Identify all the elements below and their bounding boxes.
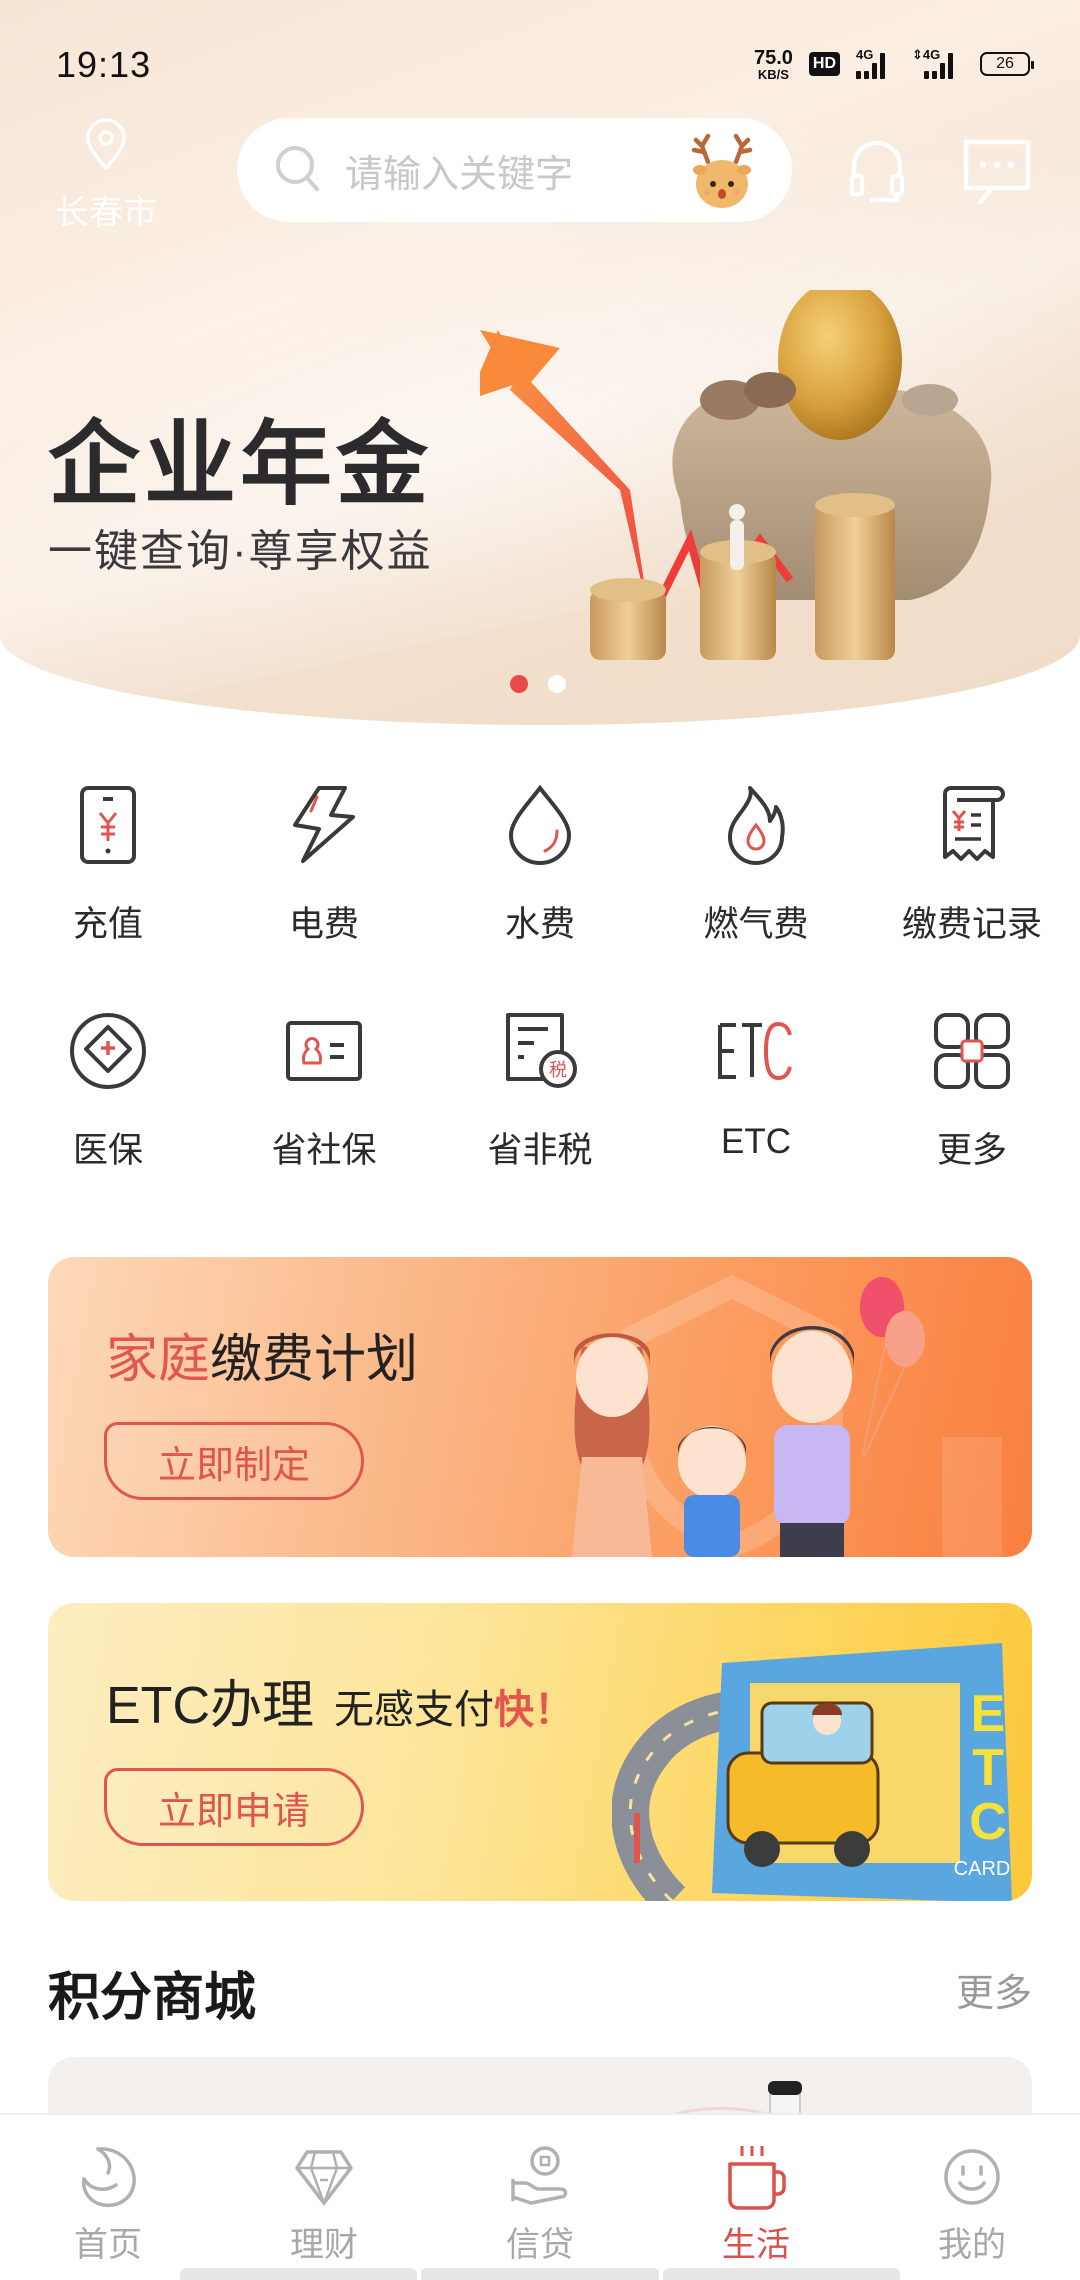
service-payment-records[interactable]: 缴费记录 — [864, 780, 1080, 1006]
service-label: 省社保 — [271, 1131, 377, 1170]
home-crescent-icon — [76, 2145, 140, 2209]
carousel-indicator[interactable] — [510, 675, 566, 693]
etc-card-letter: C — [969, 1793, 1007, 1851]
title-rest: 缴费计划 — [210, 1331, 419, 1389]
location-selector[interactable]: 长春市 — [46, 118, 166, 234]
etc-subtitle-text: 无感支付 — [334, 1688, 495, 1732]
id-card-icon — [279, 1006, 369, 1096]
etc-icon — [711, 1006, 801, 1096]
lightning-icon — [279, 780, 369, 870]
tab-label: 首页 — [74, 2226, 142, 2264]
medical-insurance-icon — [63, 1006, 153, 1096]
status-time: 19:13 — [56, 44, 152, 85]
etc-illustration: E T C CARD — [611, 1603, 1032, 1901]
etc-title: ETC办理 无感支付快！ — [106, 1663, 574, 1738]
coffee-cup-icon — [724, 2145, 788, 2210]
battery-level: 26 — [996, 55, 1014, 72]
service-label: 电费 — [288, 905, 359, 944]
points-mall-more-link[interactable]: 更多 — [956, 1962, 1032, 2017]
service-medical-insurance[interactable]: 医保 — [0, 1006, 216, 1232]
tax-document-icon: 税 — [495, 1006, 585, 1096]
service-more[interactable]: 更多 — [864, 1006, 1080, 1232]
points-mall-title: 积分商城 — [48, 1969, 257, 2027]
tab-wealth[interactable]: 理财 — [216, 2115, 432, 2280]
tab-home[interactable]: 首页 — [0, 2115, 216, 2280]
location-pin-icon — [84, 118, 128, 177]
signal-label: 4G — [856, 47, 874, 62]
phone-recharge-icon — [63, 780, 153, 870]
service-label: 医保 — [72, 1131, 143, 1170]
signal-icon-sim2: ⇕4G — [912, 47, 964, 79]
signal-label: ⇕4G — [912, 47, 941, 62]
apply-etc-button[interactable]: 立即申请 — [104, 1768, 364, 1846]
headset-icon[interactable] — [848, 138, 906, 211]
search-icon — [273, 143, 323, 198]
etc-title-main: ETC办理 — [106, 1677, 315, 1735]
signal-icon-sim1: 4G — [856, 47, 896, 79]
service-label: 充值 — [72, 905, 143, 944]
network-speed: 75.0 KB/S — [754, 48, 793, 81]
service-label: 燃气费 — [703, 905, 809, 944]
chat-bubble-icon[interactable] — [962, 138, 1032, 213]
create-plan-button[interactable]: 立即制定 — [104, 1422, 364, 1500]
loan-hand-icon — [508, 2145, 572, 2209]
family-illustration — [512, 1257, 1032, 1557]
hd-voice-icon: HD — [808, 52, 840, 76]
network-speed-value: 75.0 — [753, 46, 793, 69]
service-label: 更多 — [936, 1131, 1007, 1170]
etc-card-letter: T — [972, 1739, 1004, 1797]
city-name: 长春市 — [55, 194, 157, 232]
search-bar[interactable]: 请输入关键字 — [237, 118, 792, 222]
network-speed-unit: KB/S — [757, 66, 789, 82]
etc-subtitle: 无感支付快！ — [334, 1688, 574, 1732]
service-social-security[interactable]: 省社保 — [216, 1006, 432, 1232]
service-water[interactable]: 水费 — [432, 780, 648, 1006]
family-payment-banner[interactable]: 家庭缴费计划 立即制定 — [48, 1257, 1032, 1557]
tab-label: 我的 — [938, 2226, 1006, 2264]
service-grid: 充值 电费 水费 燃气费 缴费记录 医保 省社保 税 省非税 ETC 更多 — [0, 780, 1080, 1232]
more-grid-icon — [927, 1006, 1017, 1096]
etc-banner[interactable]: E T C CARD ETC办理 无感支付快！ 立即申请 — [48, 1603, 1032, 1901]
tab-label: 信贷 — [506, 2226, 574, 2264]
tab-credit[interactable]: 信贷 — [432, 2115, 648, 2280]
deer-mascot-icon[interactable] — [690, 132, 754, 215]
service-gas[interactable]: 燃气费 — [648, 780, 864, 1006]
etc-subtitle-highlight: 快！ — [494, 1688, 575, 1732]
receipt-icon — [927, 780, 1017, 870]
hero-illustration — [468, 280, 1040, 675]
service-recharge[interactable]: 充值 — [0, 780, 216, 1006]
tab-label: 生活 — [722, 2226, 790, 2264]
smiley-icon — [940, 2145, 1004, 2209]
service-etc[interactable]: ETC — [648, 1006, 864, 1232]
flame-icon — [711, 780, 801, 870]
service-row: 医保 省社保 税 省非税 ETC 更多 — [0, 1006, 1080, 1232]
service-electricity[interactable]: 电费 — [216, 780, 432, 1006]
service-label: ETC — [721, 1122, 791, 1161]
service-non-tax[interactable]: 税 省非税 — [432, 1006, 648, 1232]
title-highlight: 家庭 — [106, 1331, 211, 1389]
water-drop-icon — [495, 780, 585, 870]
tab-mine[interactable]: 我的 — [864, 2115, 1080, 2280]
tab-life[interactable]: 生活 — [648, 2115, 864, 2280]
svg-text:税: 税 — [549, 1060, 567, 1081]
service-label: 缴费记录 — [901, 905, 1042, 944]
hero-title: 企业年金 — [48, 414, 433, 516]
etc-card-caption: CARD — [954, 1858, 1011, 1880]
gesture-bar[interactable] — [180, 2268, 900, 2280]
service-label: 水费 — [504, 905, 575, 944]
service-row: 充值 电费 水费 燃气费 缴费记录 — [0, 780, 1080, 1006]
diamond-icon — [292, 2145, 356, 2209]
battery-icon: 26 — [980, 52, 1034, 76]
carousel-dot-1[interactable] — [510, 675, 528, 693]
search-input[interactable]: 请输入关键字 — [345, 143, 573, 198]
hero-subtitle: 一键查询·尊享权益 — [48, 527, 433, 576]
family-payment-title: 家庭缴费计划 — [106, 1317, 418, 1392]
service-label: 省非税 — [487, 1131, 593, 1170]
status-icons: 75.0 KB/S HD 4G ⇕4G 26 — [754, 44, 1034, 84]
tab-label: 理财 — [290, 2226, 358, 2264]
carousel-dot-2[interactable] — [548, 675, 566, 693]
bottom-tab-bar: 首页 理财 信贷 生活 我的 — [0, 2113, 1080, 2280]
etc-card-letter: E — [971, 1685, 1006, 1743]
